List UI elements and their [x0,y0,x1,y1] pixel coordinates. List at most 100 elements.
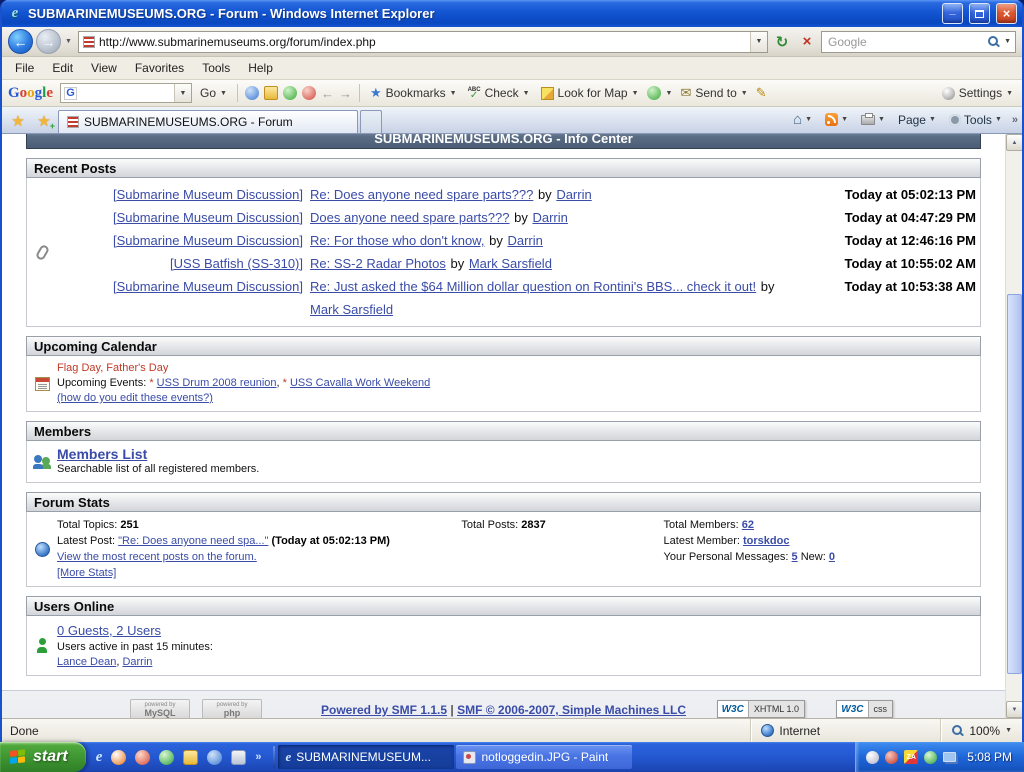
powered-by-smf-link[interactable]: Powered by SMF 1.1.5 [321,703,447,717]
more-stats-link[interactable]: [More Stats] [57,567,116,579]
close-button[interactable]: × [996,3,1017,24]
latest-post-link[interactable]: "Re: Does anyone need spa..." [118,535,268,547]
post-title-link[interactable]: Re: For those who don't know, [310,233,484,248]
quick-launch-icon[interactable] [231,750,246,765]
autofill-dropdown-icon[interactable]: ▼ [666,90,673,97]
post-title-link[interactable]: Re: SS-2 Radar Photos [310,256,446,271]
board-link[interactable]: [Submarine Museum Discussion] [113,233,303,248]
online-user-link[interactable]: Darrin [122,656,152,668]
scroll-down-button[interactable]: ▼ [1006,701,1022,718]
pm-new-link[interactable]: 0 [829,551,835,563]
favorites-center-button[interactable]: ★ [6,110,30,132]
quick-launch-icon[interactable] [159,750,174,765]
url-input[interactable] [99,35,746,49]
post-author-link[interactable]: Darrin [532,210,567,225]
search-icon[interactable] [987,35,1000,48]
stop-button[interactable]: × [796,31,818,53]
word-find-back-icon[interactable]: ← [321,86,334,101]
online-user-link[interactable]: Lance Dean [57,656,116,668]
zoom-dropdown-icon[interactable]: ▼ [1005,727,1012,734]
quick-launch-chevron-icon[interactable]: » [255,751,261,763]
tab-forum[interactable]: SUBMARINEMUSEUMS.ORG - Forum [58,110,358,133]
users-online-link[interactable]: 0 Guests, 2 Users [57,623,161,638]
google-search-dropdown-icon[interactable]: ▼ [174,84,191,102]
board-link[interactable]: [USS Batfish (SS-310)] [170,256,303,271]
search-input[interactable] [828,35,983,49]
minimize-button[interactable]: _ [942,3,963,24]
post-title-link[interactable]: Does anyone need spare parts??? [310,210,509,225]
ie-quicklaunch-icon[interactable]: e [96,750,103,765]
forward-button[interactable]: → [36,29,61,54]
total-members-link[interactable]: 62 [742,519,754,531]
scroll-up-button[interactable]: ▲ [1006,134,1022,151]
history-dropdown-icon[interactable]: ▼ [65,38,72,45]
google-search-input[interactable]: G ▼ [60,83,192,103]
vertical-scrollbar[interactable]: ▲ ▼ [1005,134,1022,718]
bookmarks-button[interactable]: ★Bookmarks▼ [367,83,460,103]
quick-launch-icon[interactable] [111,750,126,765]
post-author-link[interactable]: Mark Sarsfield [310,302,393,317]
highlight-icon[interactable] [283,86,297,100]
look-for-map-button[interactable]: Look for Map▼ [538,84,642,102]
spellcheck-button[interactable]: ABC✓Check▼ [465,84,533,102]
pm-count-link[interactable]: 5 [792,551,798,563]
menu-tools[interactable]: Tools [193,58,239,78]
url-field[interactable]: ▼ [78,31,768,53]
menu-favorites[interactable]: Favorites [126,58,193,78]
menu-view[interactable]: View [82,58,126,78]
tray-icon[interactable] [924,751,937,764]
url-dropdown-icon[interactable]: ▼ [750,32,767,52]
word-find-forward-icon[interactable]: → [339,86,352,101]
tools-menu[interactable]: Tools▼ [946,111,1005,129]
post-author-link[interactable]: Mark Sarsfield [469,256,552,271]
quick-launch-icon[interactable] [207,750,222,765]
page-menu[interactable]: Page▼ [895,111,939,129]
pencil-icon[interactable]: ✎ [756,85,767,101]
search-box[interactable]: ▼ [821,31,1016,53]
settings-button[interactable]: Settings▼ [939,84,1016,102]
zonealarm-icon[interactable]: ZA [904,750,918,764]
zoom-control[interactable]: 100% ▼ [940,719,1022,742]
tray-icon[interactable] [885,751,898,764]
chevron-right-icon[interactable]: » [1012,114,1018,126]
post-author-link[interactable]: Darrin [507,233,542,248]
menu-help[interactable]: Help [239,58,282,78]
latest-member-link[interactable]: torskdoc [743,535,789,547]
board-link[interactable]: [Submarine Museum Discussion] [113,279,303,294]
back-button[interactable]: ← [8,29,33,54]
send-to-button[interactable]: ✉Send to▼ [677,83,750,103]
quick-launch-icon[interactable] [183,750,198,765]
feeds-button[interactable]: ▼ [822,111,851,128]
quick-launch-icon[interactable] [135,750,150,765]
members-list-link[interactable]: Members List [57,446,147,462]
w3c-css-badge[interactable]: W3Ccss [836,700,893,718]
menu-file[interactable]: File [6,58,43,78]
pagerank-icon[interactable] [245,86,259,100]
refresh-button[interactable]: ↻ [771,31,793,53]
view-recent-posts-link[interactable]: View the most recent posts on the forum. [57,551,257,563]
smf-copyright-link[interactable]: SMF © 2006-2007, Simple Machines LLC [457,703,686,717]
edit-events-link[interactable]: (how do you edit these events?) [57,392,213,404]
post-author-link[interactable]: Darrin [556,187,591,202]
maximize-button[interactable] [969,3,990,24]
taskbar-task-paint[interactable]: notloggedin.JPG - Paint [456,745,632,769]
post-title-link[interactable]: Re: Just asked the $64 Million dollar qu… [310,279,756,294]
event-link[interactable]: USS Cavalla Work Weekend [290,377,430,389]
event-link[interactable]: USS Drum 2008 reunion [157,377,277,389]
add-favorite-button[interactable]: ★+ [32,110,56,132]
board-link[interactable]: [Submarine Museum Discussion] [113,210,303,225]
menu-edit[interactable]: Edit [43,58,82,78]
taskbar-task-ie[interactable]: e SUBMARINEMUSEUM... [278,745,454,769]
search-dropdown-icon[interactable]: ▼ [1004,38,1011,45]
board-link[interactable]: [Submarine Museum Discussion] [113,187,303,202]
print-button[interactable]: ▼ [858,113,888,127]
network-icon[interactable] [943,752,956,762]
home-button[interactable]: ⌂▼ [790,112,815,128]
notes-icon[interactable] [264,86,278,100]
start-button[interactable]: start [0,742,86,772]
post-title-link[interactable]: Re: Does anyone need spare parts??? [310,187,533,202]
google-go-button[interactable]: Go▼ [197,84,230,102]
new-tab-stub[interactable] [360,110,382,133]
autofill-icon[interactable] [647,86,661,100]
scrollbar-thumb[interactable] [1007,294,1022,674]
